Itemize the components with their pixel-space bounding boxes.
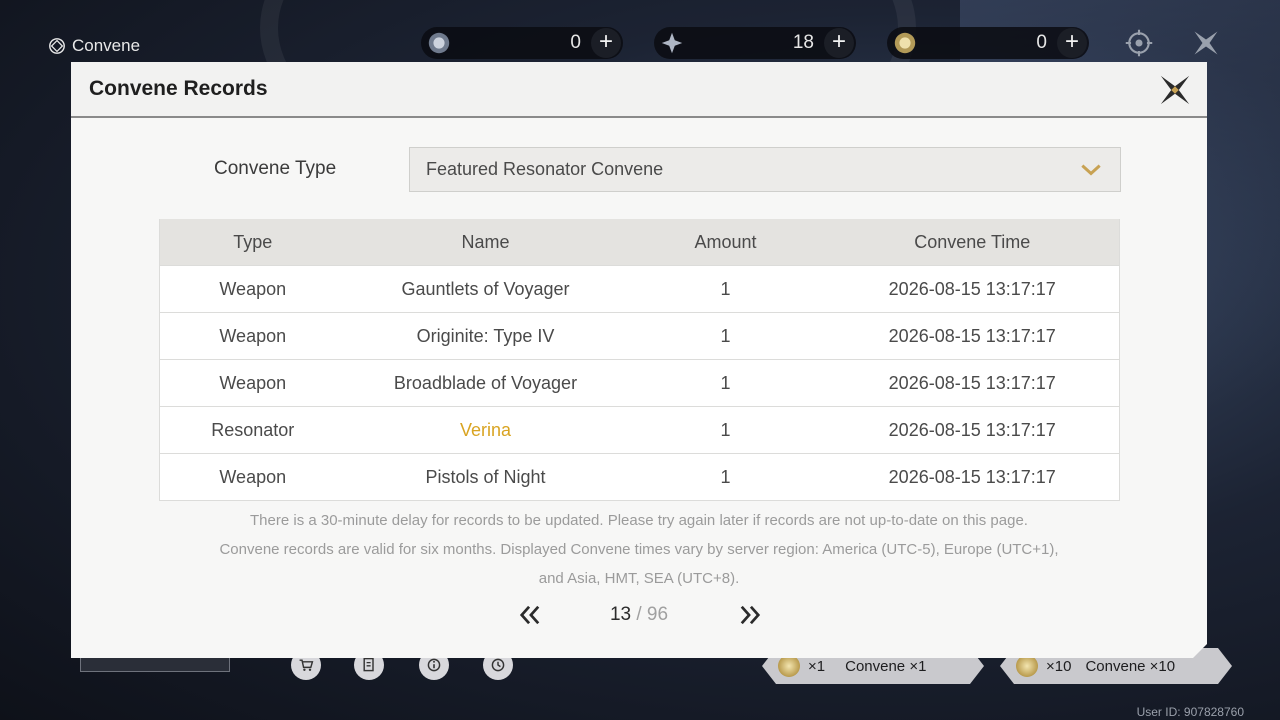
- total-pages: 96: [646, 604, 669, 625]
- radiant-tide-icon: [891, 29, 919, 57]
- cell-time: 2026-08-15 13:17:17: [826, 360, 1120, 407]
- settings-icon[interactable]: [1122, 26, 1156, 60]
- double-chevron-right-icon: [738, 604, 762, 626]
- notice-line: There is a 30-minute delay for records t…: [250, 512, 1028, 529]
- convene-icon: [49, 38, 65, 54]
- convene-x10-label: Convene ×10: [1085, 657, 1176, 675]
- exit-icon[interactable]: [1189, 26, 1223, 60]
- app-title: Convene: [48, 34, 140, 58]
- close-button[interactable]: [1157, 72, 1193, 108]
- cell-time: 2026-08-15 13:17:17: [826, 454, 1120, 501]
- cell-type: Weapon: [160, 266, 346, 313]
- currency-radiant-tide: 0 +: [887, 27, 1089, 59]
- currency-lunite: 18 +: [654, 27, 856, 59]
- chevron-down-icon: [1076, 155, 1106, 185]
- radiant-tide-icon: [778, 655, 800, 677]
- modal-header: Convene Records: [71, 62, 1207, 118]
- convene-type-label: Convene Type: [214, 158, 337, 179]
- lunite-icon: [658, 29, 686, 57]
- radiant-tide-icon: [1016, 655, 1038, 677]
- cell-amount: 1: [626, 360, 826, 407]
- next-page-button[interactable]: [737, 600, 763, 630]
- add-astrite-button[interactable]: +: [591, 28, 621, 58]
- cell-type: Resonator: [160, 407, 346, 454]
- astrite-icon: [425, 29, 453, 57]
- currency-value: 0: [570, 32, 581, 53]
- currency-value: 0: [1036, 32, 1047, 53]
- cell-time: 2026-08-15 13:17:17: [826, 313, 1120, 360]
- close-icon: [1158, 73, 1192, 107]
- convene-x1-count: ×1: [808, 657, 826, 675]
- cell-amount: 1: [626, 454, 826, 501]
- cell-name: Gauntlets of Voyager: [346, 266, 626, 313]
- table-row: Weapon Broadblade of Voyager 1 2026-08-1…: [160, 360, 1120, 407]
- convene-x1-label: Convene ×1: [845, 657, 927, 675]
- currency-astrite: 0 +: [421, 27, 623, 59]
- column-header-time: Convene Time: [826, 219, 1120, 266]
- column-header-name: Name: [346, 219, 626, 266]
- cell-time: 2026-08-15 13:17:17: [826, 266, 1120, 313]
- add-radiant-tide-button[interactable]: +: [1057, 28, 1087, 58]
- notice-line: Convene records are valid for six months…: [219, 541, 1059, 558]
- convene-type-dropdown[interactable]: Featured Resonator Convene: [409, 147, 1121, 192]
- cell-name: Originite: Type IV: [346, 313, 626, 360]
- cell-type: Weapon: [160, 360, 346, 407]
- page-separator: /: [636, 604, 642, 625]
- page-indicator: 13 / 96: [71, 604, 1207, 626]
- cell-amount: 1: [626, 313, 826, 360]
- cell-time: 2026-08-15 13:17:17: [826, 407, 1120, 454]
- cell-name: Verina: [346, 407, 626, 454]
- cell-name: Broadblade of Voyager: [346, 360, 626, 407]
- records-notice: There is a 30-minute delay for records t…: [111, 506, 1167, 593]
- column-header-amount: Amount: [626, 219, 826, 266]
- app-title-text: Convene: [72, 36, 141, 55]
- currency-value: 18: [792, 32, 814, 53]
- cell-type: Weapon: [160, 454, 346, 501]
- table-header: Type Name Amount Convene Time: [160, 219, 1120, 266]
- convene-records-modal: Convene Records Convene Type Featured Re…: [71, 62, 1207, 658]
- current-page: 13: [609, 604, 632, 625]
- table-row: Weapon Originite: Type IV 1 2026-08-15 1…: [160, 313, 1120, 360]
- table-row: Weapon Gauntlets of Voyager 1 2026-08-15…: [160, 266, 1120, 313]
- notice-line: and Asia, HMT, SEA (UTC+8).: [538, 570, 740, 587]
- column-header-type: Type: [160, 219, 346, 266]
- cell-name: Pistols of Night: [346, 454, 626, 501]
- table-row: Resonator Verina 1 2026-08-15 13:17:17: [160, 407, 1120, 454]
- modal-title: Convene Records: [89, 77, 268, 100]
- user-id: User ID: 907828760: [1136, 705, 1244, 719]
- cell-amount: 1: [626, 407, 826, 454]
- records-table: Type Name Amount Convene Time Weapon Gau…: [159, 219, 1120, 501]
- pagination: 13 / 96: [71, 600, 1207, 630]
- cell-amount: 1: [626, 266, 826, 313]
- add-lunite-button[interactable]: +: [824, 28, 854, 58]
- convene-x10-count: ×10: [1046, 657, 1072, 675]
- cell-type: Weapon: [160, 313, 346, 360]
- convene-type-value: Featured Resonator Convene: [426, 159, 664, 179]
- table-row: Weapon Pistols of Night 1 2026-08-15 13:…: [160, 454, 1120, 501]
